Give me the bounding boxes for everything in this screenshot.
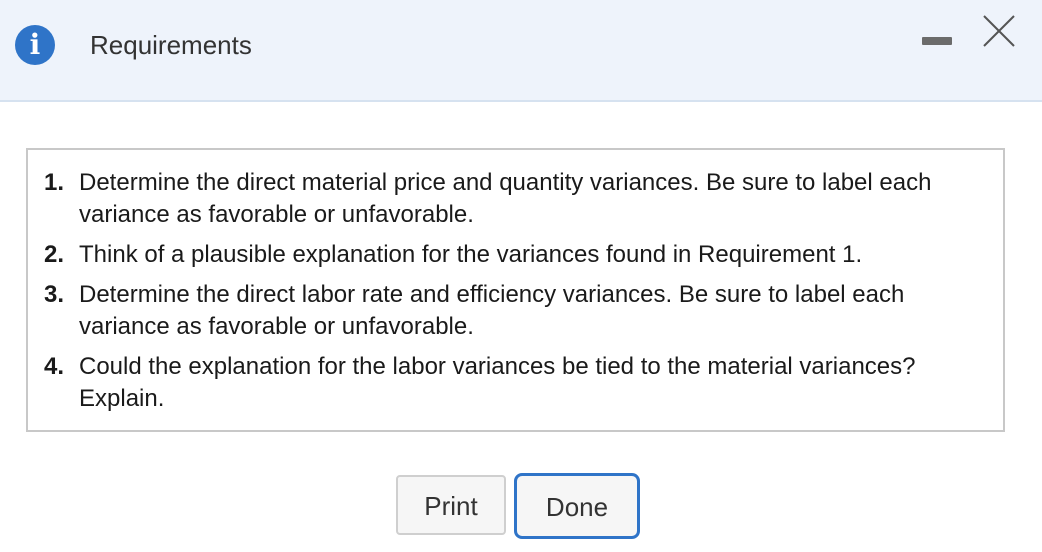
close-icon xyxy=(983,15,1015,47)
list-item: 4. Could the explanation for the labor v… xyxy=(44,351,984,415)
minimize-button[interactable] xyxy=(920,26,954,56)
done-button[interactable]: Done xyxy=(514,473,640,539)
requirement-number: 4. xyxy=(44,353,65,380)
requirement-text: Determine the direct labor rate and effi… xyxy=(79,281,905,340)
dialog-header: i Requirements xyxy=(0,0,1042,102)
requirements-list: 1. Determine the direct material price a… xyxy=(44,167,984,423)
requirement-number: 2. xyxy=(44,241,65,268)
dialog-title: Requirements xyxy=(90,30,252,60)
list-item: 2. Think of a plausible explanation for … xyxy=(44,239,984,271)
close-button[interactable] xyxy=(980,12,1018,50)
requirements-panel: 1. Determine the direct material price a… xyxy=(26,148,1005,432)
requirement-number: 3. xyxy=(44,281,65,308)
requirement-text: Think of a plausible explanation for the… xyxy=(79,241,863,268)
minimize-icon xyxy=(922,37,952,45)
list-item: 3. Determine the direct labor rate and e… xyxy=(44,279,984,343)
requirement-number: 1. xyxy=(44,169,65,196)
list-item: 1. Determine the direct material price a… xyxy=(44,167,984,231)
info-icon: i xyxy=(15,25,55,65)
requirement-text: Determine the direct material price and … xyxy=(79,169,932,228)
requirement-text: Could the explanation for the labor vari… xyxy=(79,353,916,412)
requirements-dialog: i Requirements 1. Determine the direct m… xyxy=(0,0,1042,552)
print-button[interactable]: Print xyxy=(396,475,506,535)
